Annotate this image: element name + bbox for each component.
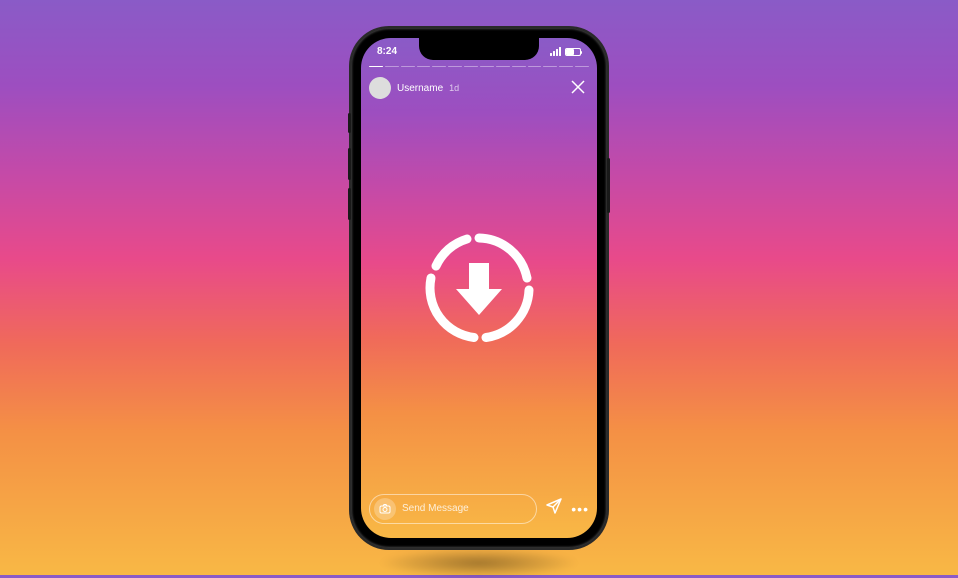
phone-shadow <box>379 548 579 578</box>
phone-frame: 8:24 Username 1d <box>351 28 607 548</box>
story-content <box>361 38 597 538</box>
volume-down-button <box>348 188 351 220</box>
send-button[interactable] <box>545 497 563 520</box>
battery-icon <box>565 48 581 56</box>
power-button <box>607 158 610 213</box>
close-icon <box>571 80 585 94</box>
camera-icon <box>379 503 391 515</box>
user-info[interactable]: Username 1d <box>369 77 459 99</box>
phone-notch <box>419 38 539 60</box>
phone-mockup: 8:24 Username 1d <box>351 28 607 548</box>
message-input[interactable]: Send Message <box>369 494 537 524</box>
username-label: Username <box>397 83 443 94</box>
mute-switch <box>348 113 351 133</box>
close-button[interactable] <box>567 74 589 103</box>
story-footer: Send Message ••• <box>369 494 589 524</box>
download-icon <box>414 223 544 353</box>
status-time: 8:24 <box>377 46 397 57</box>
status-indicators <box>550 47 581 56</box>
timestamp-label: 1d <box>449 83 459 93</box>
more-icon: ••• <box>571 501 589 517</box>
story-header: Username 1d <box>369 74 589 103</box>
avatar <box>369 77 391 99</box>
message-placeholder: Send Message <box>402 503 469 514</box>
send-icon <box>545 497 563 515</box>
more-button[interactable]: ••• <box>571 501 589 517</box>
volume-up-button <box>348 148 351 180</box>
signal-icon <box>550 47 561 56</box>
phone-screen: 8:24 Username 1d <box>361 38 597 538</box>
camera-button[interactable] <box>374 498 396 520</box>
